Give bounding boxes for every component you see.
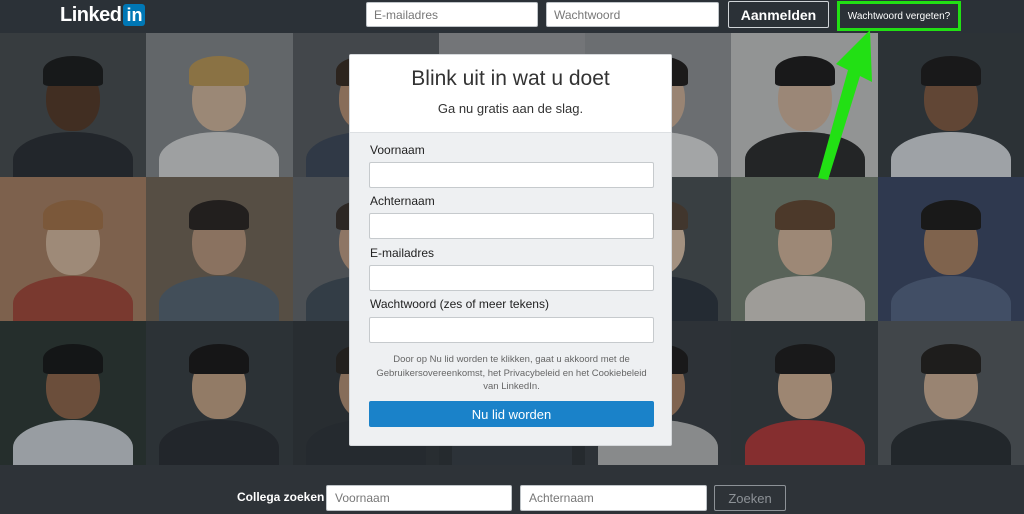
signup-title: Blink uit in wat u doet [411, 67, 610, 90]
member-photo [877, 321, 1024, 465]
photo-overlay [0, 321, 147, 465]
last-name-label: Achternaam [370, 194, 435, 208]
member-photo [877, 33, 1024, 177]
member-photo [877, 177, 1024, 321]
find-colleague-label: Collega zoeken [237, 490, 325, 504]
photo-overlay [877, 177, 1024, 321]
last-name-field[interactable] [369, 213, 654, 239]
login-email-input[interactable] [366, 2, 538, 27]
email-field[interactable] [369, 265, 654, 291]
member-photo [146, 33, 293, 177]
photo-overlay [146, 177, 293, 321]
forgot-password-highlight: Wachtwoord vergeten? [837, 1, 961, 31]
photo-overlay [731, 177, 878, 321]
member-photo [146, 177, 293, 321]
search-button[interactable]: Zoeken [714, 485, 786, 511]
colleague-last-name-input[interactable] [520, 485, 707, 511]
photo-overlay [0, 177, 147, 321]
photo-overlay [146, 321, 293, 465]
photo-overlay [146, 33, 293, 177]
green-arrow-annotation [818, 30, 872, 180]
member-photo [731, 321, 878, 465]
first-name-label: Voornaam [370, 143, 425, 157]
login-password-input[interactable] [546, 2, 719, 27]
member-photo [0, 321, 147, 465]
signup-card-header: Blink uit in wat u doet Ga nu gratis aan… [350, 55, 671, 133]
member-photo [0, 177, 147, 321]
find-colleague-bar: Collega zoeken Zoeken [0, 465, 1024, 514]
photo-overlay [877, 33, 1024, 177]
login-button[interactable]: Aanmelden [728, 1, 829, 28]
photo-overlay [731, 321, 878, 465]
top-navigation-bar: Linked in Aanmelden Wachtwoord vergeten? [0, 0, 1024, 33]
member-photo [0, 33, 147, 177]
logo-in-badge: in [123, 4, 146, 26]
signup-subtitle: Ga nu gratis aan de slag. [437, 101, 584, 116]
password-label: Wachtwoord (zes of meer tekens) [370, 297, 549, 311]
photo-overlay [0, 33, 147, 177]
member-photo [731, 177, 878, 321]
join-now-button[interactable]: Nu lid worden [369, 401, 654, 427]
colleague-first-name-input[interactable] [326, 485, 512, 511]
signup-card: Blink uit in wat u doet Ga nu gratis aan… [349, 54, 672, 446]
forgot-password-link[interactable]: Wachtwoord vergeten? [848, 11, 950, 22]
password-field[interactable] [369, 317, 654, 343]
linkedin-logo[interactable]: Linked in [60, 3, 146, 27]
email-label: E-mailadres [370, 246, 435, 260]
logo-text: Linked [60, 3, 122, 26]
photo-overlay [877, 321, 1024, 465]
legal-notice: Door op Nu lid worden te klikken, gaat u… [376, 354, 647, 392]
member-photo [146, 321, 293, 465]
first-name-field[interactable] [369, 162, 654, 188]
